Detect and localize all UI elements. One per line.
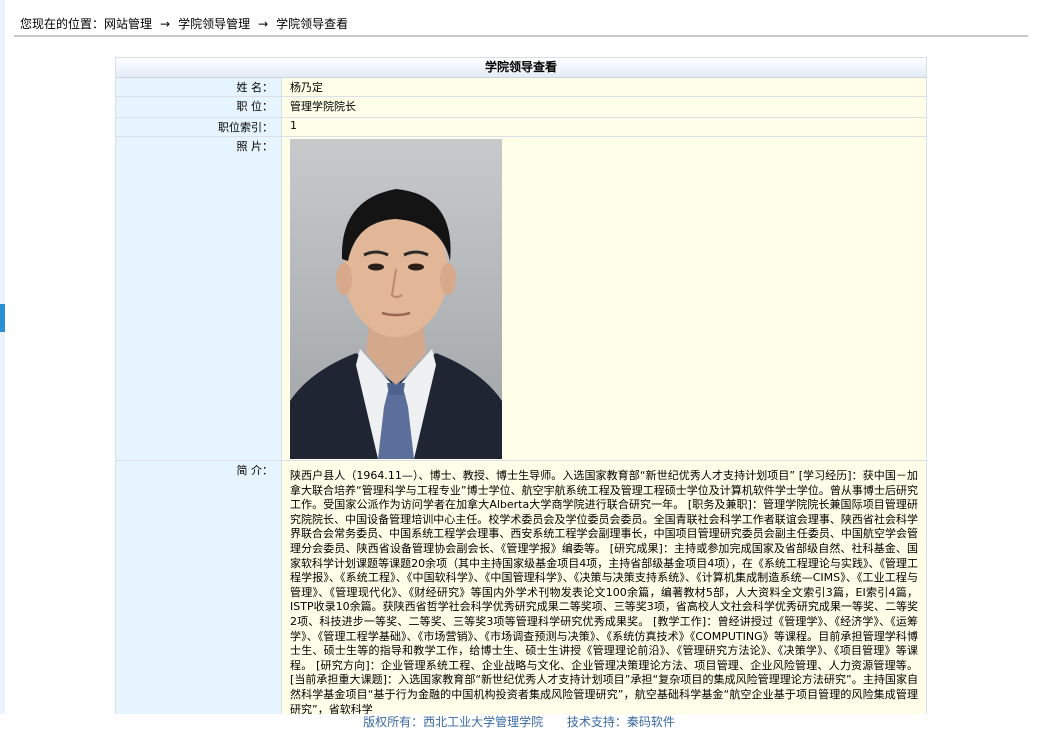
breadcrumb-separator: →: [160, 17, 171, 31]
left-frame-strip: [0, 0, 5, 731]
name-label: 姓 名：: [116, 78, 282, 97]
header-divider: [14, 35, 1028, 37]
intro-label: 简 介：: [116, 460, 282, 718]
position-label: 职 位：: [116, 96, 282, 118]
breadcrumb-leader-admin[interactable]: 学院领导管理: [178, 17, 250, 31]
breadcrumb-prefix: 您现在的位置：: [20, 17, 105, 31]
table-row: 照 片：: [116, 136, 926, 461]
photo-label: 照 片：: [116, 136, 282, 461]
portrait-image: [290, 189, 502, 459]
panel-title: 学院领导查看: [116, 58, 926, 78]
leader-detail-panel: 学院领导查看 姓 名： 杨乃定 职 位： 管理学院院长 职位索引： 1 照 片：: [115, 57, 927, 719]
table-row: 简 介： 陕西户县人（1964.11—）、博士、教授、博士生导师。入选国家教育部…: [116, 460, 926, 718]
breadcrumb-site-admin[interactable]: 网站管理: [104, 17, 152, 31]
frame-splitter-handle[interactable]: [0, 304, 5, 332]
position-index-label: 职位索引：: [116, 117, 282, 137]
breadcrumb-current: 学院领导查看: [276, 17, 349, 31]
photo-cell: [281, 136, 926, 461]
detail-table: 姓 名： 杨乃定 职 位： 管理学院院长 职位索引： 1 照 片： 简 介： 陕…: [116, 78, 926, 718]
table-row: 职位索引： 1: [116, 117, 926, 137]
intro-cell: 陕西户县人（1964.11—）、博士、教授、博士生导师。入选国家教育部“新世纪优…: [281, 460, 926, 718]
breadcrumb-separator: →: [258, 17, 269, 31]
intro-text: 陕西户县人（1964.11—）、博士、教授、博士生导师。入选国家教育部“新世纪优…: [290, 469, 918, 716]
name-value: 杨乃定: [281, 78, 926, 97]
footer-copyright: 版权所有：西北工业大学管理学院: [363, 715, 544, 729]
footer-support: 技术支持：秦码软件: [566, 715, 675, 729]
position-value: 管理学院院长: [281, 96, 926, 118]
leader-photo: [290, 139, 502, 459]
table-row: 职 位： 管理学院院长: [116, 96, 926, 118]
table-row: 姓 名： 杨乃定: [116, 78, 926, 97]
breadcrumb: 您现在的位置：网站管理 → 学院领导管理 → 学院领导查看: [20, 15, 348, 33]
position-index-value: 1: [281, 117, 926, 137]
footer: 版权所有：西北工业大学管理学院 技术支持：秦码软件: [0, 714, 1038, 731]
